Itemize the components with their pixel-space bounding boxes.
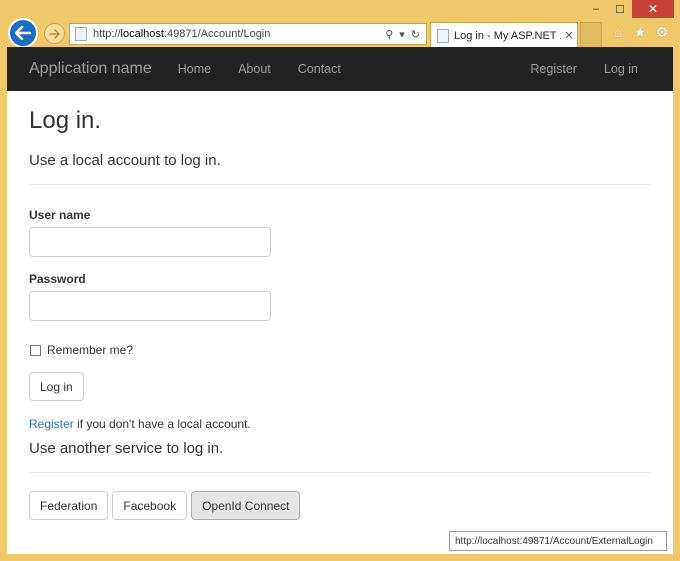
username-label: User name [29,208,91,222]
status-url-tooltip: http://localhost:49871/Account/ExternalL… [449,531,667,551]
external-login-heading: Use another service to log in. [29,440,224,457]
openid-connect-button[interactable]: OpenId Connect [191,491,301,520]
main-content: Log in. Use a local account to log in. U… [7,107,673,520]
external-login-buttons: Federation Facebook OpenId Connect [29,491,651,520]
tab-page-icon [437,28,449,43]
register-line: Register if you don't have a local accou… [29,417,651,431]
nav-contact[interactable]: Contact [298,62,341,76]
new-tab-button[interactable] [580,22,602,48]
nav-right: Register Log in [503,62,673,76]
gear-icon[interactable]: ⚙ [654,24,670,41]
password-input[interactable] [29,291,271,321]
login-button[interactable]: Log in [29,372,84,401]
arrow-right-icon [49,28,60,39]
window-controls: – ☐ ✕ [584,0,674,18]
nav-home[interactable]: Home [178,62,211,76]
nav-about[interactable]: About [238,62,271,76]
nav-register[interactable]: Register [530,62,577,76]
tab-login[interactable]: Log in - My ASP.NET ... ✕ [430,22,578,48]
page-viewport: Application name Home About Contact Regi… [7,47,673,554]
forward-button[interactable] [44,23,65,44]
register-link[interactable]: Register [29,417,74,431]
tab-title: Log in - My ASP.NET ... [454,29,561,42]
url-text[interactable]: http://localhost:49871/Account/Login [93,28,385,40]
page-icon [75,27,87,41]
arrow-left-icon [15,26,31,40]
brand-link[interactable]: Application name [29,60,152,78]
facebook-button[interactable]: Facebook [112,491,188,520]
remember-me: Remember me? [29,343,651,357]
remember-me-label[interactable]: Remember me? [47,343,133,357]
browser-toolbar-icons: ⌂ ★ ⚙ [610,24,670,41]
navbar: Application name Home About Contact Regi… [7,47,673,91]
url-path: :49871/Account/Login [163,28,271,40]
divider [29,184,651,185]
star-icon[interactable]: ★ [632,24,648,41]
local-account-heading: Use a local account to log in. [29,152,221,169]
url-host: localhost [120,28,164,40]
address-bar[interactable]: http://localhost:49871/Account/Login ⚲ ▾… [69,23,427,45]
home-icon[interactable]: ⌂ [610,24,626,41]
password-label: Password [29,272,86,286]
url-prefix: http:// [93,28,121,40]
nav-login[interactable]: Log in [604,62,638,76]
back-button[interactable] [8,18,38,48]
search-icon[interactable]: ⚲ [385,28,393,41]
minimize-button[interactable]: – [584,0,608,18]
page-title: Log in. [29,107,102,134]
close-icon[interactable]: ✕ [561,29,577,42]
chevron-down-icon[interactable]: ▾ [399,28,405,41]
register-hint: if you don't have a local account. [73,417,251,431]
address-tools: ⚲ ▾ ↻ [385,28,426,41]
username-input[interactable] [29,227,271,257]
remember-me-checkbox[interactable] [30,344,41,356]
divider [29,472,651,473]
maximize-button[interactable]: ☐ [608,0,632,18]
federation-button[interactable]: Federation [29,491,109,520]
close-window-button[interactable]: ✕ [632,0,674,18]
refresh-icon[interactable]: ↻ [411,28,420,41]
